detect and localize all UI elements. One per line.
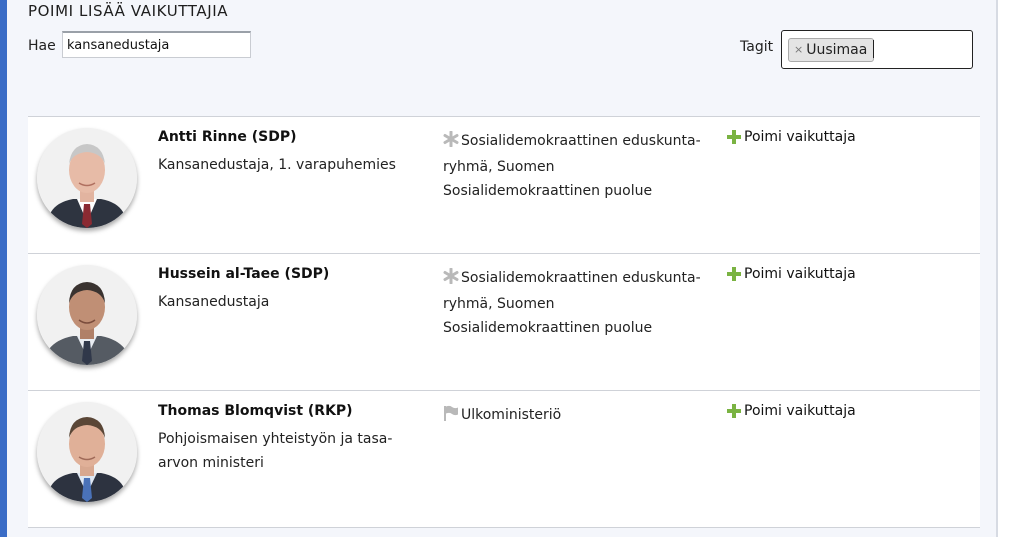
person-role: Kansanedustaja [158,294,270,310]
tag-label: Uusimaa [806,42,868,58]
search-input[interactable] [62,31,251,58]
person-organization: Ulkoministeriö [443,403,713,429]
flag-icon [443,405,460,429]
pick-influencers-panel: POIMI LISÄÄ VAIKUTTAJIA Hae Tagit × Uusi… [7,0,998,537]
organization-text: Sosialidemokraattinen eduskunta­ryhmä, S… [443,133,701,199]
tag-chip-uusimaa: × Uusimaa [788,38,875,62]
person-role: Kansanedustaja, 1. varapuhemies [158,157,396,173]
person-name: Thomas Blomqvist (RKP) [158,403,353,419]
influencer-list: Antti Rinne (SDP) Kansanedustaja, 1. var… [28,116,980,528]
person-organization: Sosialidemokraattinen eduskunta­ryhmä, S… [443,129,713,203]
text-cursor [873,40,874,58]
list-item: Antti Rinne (SDP) Kansanedustaja, 1. var… [28,116,980,253]
pick-label: Poimi vaikuttaja [744,129,856,145]
pick-influencer-button[interactable]: Poimi vaikuttaja [727,403,856,419]
tags-label: Tagit [740,39,774,55]
plus-icon [727,404,741,418]
pick-influencer-button[interactable]: Poimi vaikuttaja [727,266,856,282]
avatar [37,265,137,365]
pick-influencer-button[interactable]: Poimi vaikuttaja [727,129,856,145]
organization-text: Ulkoministeriö [461,407,562,423]
asterisk-icon [443,267,460,292]
left-accent-bar [0,0,7,537]
search-label: Hae [28,38,56,54]
pick-label: Poimi vaikuttaja [744,403,856,419]
avatar [37,402,137,502]
plus-icon [727,130,741,144]
remove-tag-icon[interactable]: × [794,39,803,61]
avatar [37,128,137,228]
person-name: Antti Rinne (SDP) [158,129,297,145]
person-organization: Sosialidemokraattinen eduskunta­ryhmä, S… [443,266,713,340]
list-item: Hussein al-Taee (SDP) Kansanedustaja Sos… [28,253,980,390]
list-item: Thomas Blomqvist (RKP) Pohjoismaisen yht… [28,390,980,528]
panel-title: POIMI LISÄÄ VAIKUTTAJIA [28,2,229,20]
organization-text: Sosialidemokraattinen eduskunta­ryhmä, S… [443,270,701,336]
tags-input[interactable]: × Uusimaa [781,30,973,69]
plus-icon [727,267,741,281]
pick-label: Poimi vaikuttaja [744,266,856,282]
asterisk-icon [443,130,460,155]
person-role: Pohjoismaisen yhteistyön ja tasa-arvon m… [158,431,393,471]
person-name: Hussein al-Taee (SDP) [158,266,330,282]
